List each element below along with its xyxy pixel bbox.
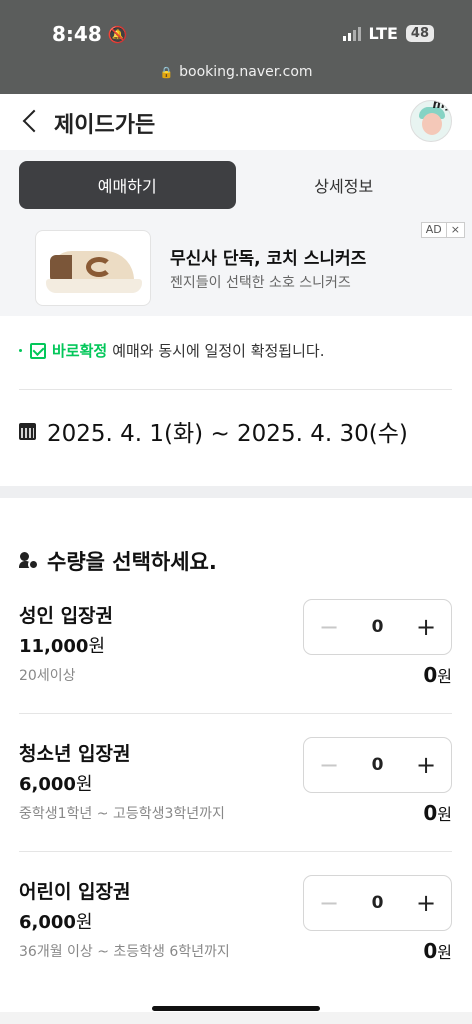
- ticket-total: 0원: [423, 939, 452, 963]
- url-text: booking.naver.com: [179, 64, 313, 80]
- ad-banner[interactable]: 무신사 단독, 코치 스니커즈 젠지들이 선택한 소호 스니커즈 AD ×: [0, 222, 472, 316]
- tab-details[interactable]: 상세정보: [236, 161, 453, 209]
- checkbox-icon: [30, 342, 46, 359]
- plus-button[interactable]: +: [415, 613, 437, 641]
- close-icon[interactable]: ×: [445, 223, 464, 237]
- minus-button[interactable]: −: [318, 889, 340, 917]
- quantity-stepper: − 0 +: [303, 599, 452, 655]
- divider: [19, 851, 452, 852]
- quantity-count: 0: [371, 893, 384, 913]
- date-range: 2025. 4. 1(화) ~ 2025. 4. 30(수): [19, 414, 408, 448]
- ticket-desc: 20세이상: [19, 668, 76, 684]
- minus-button[interactable]: −: [318, 613, 340, 641]
- user-check-icon: [19, 551, 39, 571]
- bell-off-icon: 🔕: [107, 24, 128, 44]
- quantity-count: 0: [371, 755, 384, 775]
- tab-bar: 예매하기 상세정보: [19, 161, 452, 209]
- status-right: LTE 48: [342, 24, 434, 43]
- sneaker-image: [35, 230, 151, 306]
- back-button[interactable]: [16, 106, 46, 136]
- divider: [19, 389, 452, 390]
- clock-text: 8:48: [52, 22, 102, 46]
- status-time: 8:48 🔕: [52, 22, 128, 46]
- quantity-heading: 수량을 선택하세요.: [19, 546, 217, 576]
- ad-label: AD: [425, 223, 442, 236]
- instant-confirm-label: 바로확정: [52, 342, 108, 360]
- ad-subtitle: 젠지들이 선택한 소호 스니커즈: [170, 275, 351, 291]
- lock-icon: 🔒: [159, 66, 174, 79]
- network-label: LTE: [368, 24, 398, 43]
- bullet-dot: [19, 349, 22, 352]
- ticket-youth: 청소년 입장권 6,000원 중학생1학년 ~ 고등학생3학년까지 − 0 + …: [0, 737, 472, 877]
- chevron-left-icon: [22, 109, 46, 133]
- avatar[interactable]: my: [410, 100, 452, 142]
- battery-icon: 48: [405, 25, 434, 42]
- section-separator: [0, 486, 472, 498]
- tabs-container: 예매하기 상세정보: [0, 150, 472, 228]
- date-range-text: 2025. 4. 1(화) ~ 2025. 4. 30(수): [47, 421, 408, 447]
- page-title: 제이드가든: [54, 113, 156, 138]
- ticket-price: 6,000원: [19, 912, 93, 933]
- ticket-total: 0원: [423, 663, 452, 687]
- home-indicator[interactable]: [152, 1006, 320, 1011]
- quantity-count: 0: [371, 617, 384, 637]
- signal-icon: [342, 26, 361, 41]
- instant-confirm-notice: 바로확정 예매와 동시에 일정이 확정됩니다.: [19, 340, 324, 361]
- divider: [19, 713, 452, 714]
- ticket-name: 어린이 입장권: [19, 881, 131, 903]
- ticket-desc: 중학생1학년 ~ 고등학생3학년까지: [19, 806, 225, 822]
- calendar-icon: [19, 422, 36, 440]
- quantity-title: 수량을 선택하세요.: [47, 550, 217, 574]
- ticket-adult: 성인 입장권 11,000원 20세이상 − 0 + 0원: [0, 599, 472, 739]
- ticket-child: 어린이 입장권 6,000원 36개월 이상 ~ 초등학생 6학년까지 − 0 …: [0, 875, 472, 1015]
- bottom-bar: [0, 1012, 472, 1024]
- ticket-price: 11,000원: [19, 636, 106, 657]
- tab-booking[interactable]: 예매하기: [19, 161, 236, 209]
- plus-button[interactable]: +: [415, 889, 437, 917]
- minus-button[interactable]: −: [318, 751, 340, 779]
- quantity-stepper: − 0 +: [303, 737, 452, 793]
- ticket-desc: 36개월 이상 ~ 초등학생 6학년까지: [19, 944, 230, 960]
- page-header: 제이드가든 my: [0, 94, 472, 150]
- ticket-total: 0원: [423, 801, 452, 825]
- ad-badge: AD ×: [420, 222, 465, 238]
- my-badge: my: [432, 100, 452, 111]
- ad-title: 무신사 단독, 코치 스니커즈: [170, 249, 367, 269]
- ticket-price: 6,000원: [19, 774, 93, 795]
- confirm-text: 예매와 동시에 일정이 확정됩니다.: [112, 342, 325, 360]
- ticket-name: 청소년 입장권: [19, 743, 131, 765]
- plus-button[interactable]: +: [415, 751, 437, 779]
- url-bar[interactable]: 🔒 booking.naver.com: [0, 64, 472, 80]
- avatar-face: [422, 113, 442, 135]
- ticket-name: 성인 입장권: [19, 605, 114, 627]
- status-bar: 8:48 🔕 LTE 48 🔒 booking.naver.com: [0, 0, 472, 94]
- quantity-stepper: − 0 +: [303, 875, 452, 931]
